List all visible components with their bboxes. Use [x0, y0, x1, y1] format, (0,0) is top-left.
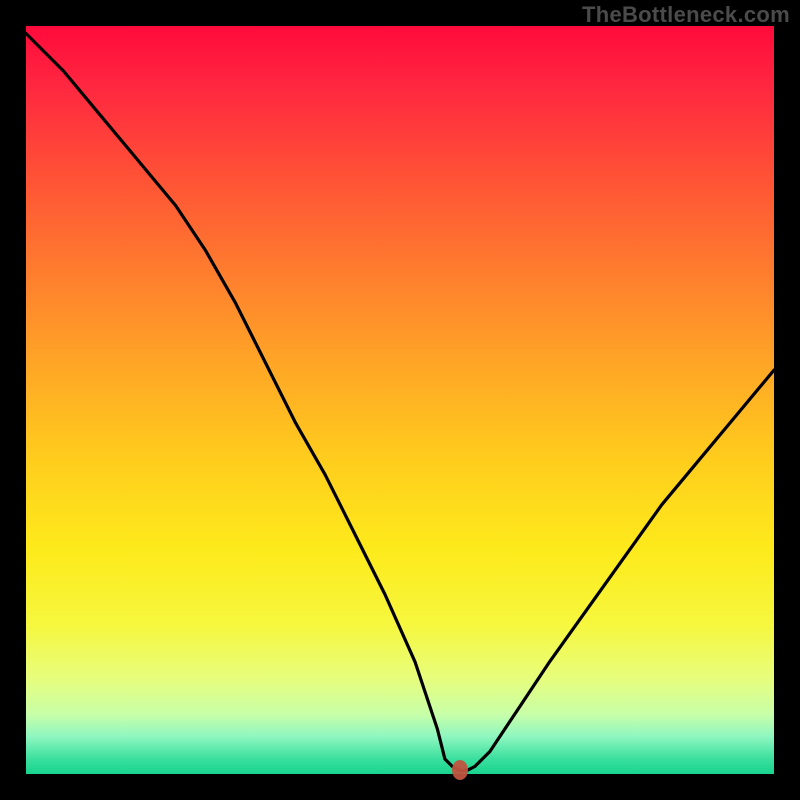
- marker-dot: [452, 760, 468, 780]
- bottleneck-curve-line: [26, 34, 774, 771]
- chart-svg: [26, 26, 774, 774]
- watermark-text: TheBottleneck.com: [582, 2, 790, 28]
- chart-frame: TheBottleneck.com: [0, 0, 800, 800]
- plot-area: [26, 26, 774, 774]
